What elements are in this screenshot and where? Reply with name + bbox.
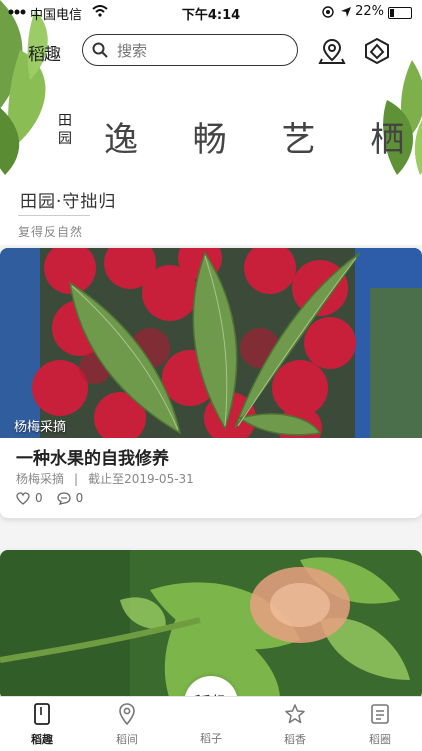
slogan-small: 田园 bbox=[58, 113, 72, 147]
battery-percent: 22% bbox=[355, 4, 384, 19]
scan-cube-icon[interactable] bbox=[363, 37, 391, 65]
tab-label: 稻香 bbox=[284, 733, 306, 746]
battery-level-fill bbox=[390, 9, 394, 17]
card-deadline: 截止至2019-05-31 bbox=[88, 472, 194, 486]
section-divider bbox=[18, 215, 90, 216]
header-banner: 中国电信 下午4:14 22% 稻趣 田园 逸 畅 艺 栖 居 bbox=[0, 0, 422, 175]
tab-daoxiang[interactable]: 稻香 bbox=[265, 703, 325, 747]
like-button[interactable]: 0 bbox=[16, 491, 43, 505]
tab-daojian[interactable]: 稻间 bbox=[97, 703, 157, 747]
leaf-decoration-left bbox=[0, 0, 48, 175]
comment-button[interactable]: 0 bbox=[56, 491, 84, 505]
brand-logo[interactable]: 稻趣 bbox=[28, 40, 61, 65]
section-title: 田园·守拙归 bbox=[20, 192, 117, 212]
card-meta: 杨梅采摘 | 截止至2019-05-31 bbox=[16, 470, 194, 487]
document-icon bbox=[371, 704, 389, 724]
tab-daoqu[interactable]: 稻趣 bbox=[12, 703, 72, 747]
search-input[interactable] bbox=[115, 39, 289, 63]
tab-daozi[interactable]: 稻子 bbox=[181, 730, 241, 746]
tab-daoquan[interactable]: 稻圈 bbox=[350, 703, 410, 747]
card-title[interactable]: 一种水果的自我修养 bbox=[16, 444, 169, 469]
slogan-big: 逸 畅 艺 栖 居 bbox=[104, 120, 422, 160]
location-pin-icon[interactable] bbox=[318, 37, 346, 65]
star-icon bbox=[285, 704, 305, 724]
section-subtitle: 复得反自然 bbox=[18, 225, 84, 239]
tab-label: 稻圈 bbox=[369, 733, 391, 746]
tab-label: 稻趣 bbox=[31, 733, 53, 746]
like-count: 0 bbox=[35, 491, 43, 505]
battery-icon bbox=[388, 7, 412, 19]
section-header: 田园·守拙归 复得反自然 bbox=[0, 175, 422, 245]
comment-bubble-icon bbox=[56, 491, 71, 505]
search-bar[interactable] bbox=[82, 34, 298, 66]
tab-label: 稻间 bbox=[116, 733, 138, 746]
phone-icon bbox=[34, 703, 50, 725]
location-arrow-icon bbox=[322, 6, 334, 18]
card-stats: 0 0 bbox=[16, 491, 83, 505]
navigation-icon bbox=[341, 7, 351, 17]
location-icon bbox=[119, 703, 135, 726]
image-tag: 杨梅采摘 bbox=[14, 420, 67, 435]
status-bar: 中国电信 下午4:14 22% bbox=[0, 0, 422, 24]
comment-count: 0 bbox=[75, 491, 84, 505]
card-category: 杨梅采摘 bbox=[16, 472, 65, 486]
bayberry-photo bbox=[0, 248, 422, 438]
meta-separator: | bbox=[74, 472, 79, 486]
search-icon bbox=[92, 42, 108, 58]
heart-icon bbox=[16, 491, 30, 505]
activity-card[interactable]: 杨梅采摘 一种水果的自我修养 杨梅采摘 | 截止至2019-05-31 0 0 bbox=[0, 248, 422, 518]
